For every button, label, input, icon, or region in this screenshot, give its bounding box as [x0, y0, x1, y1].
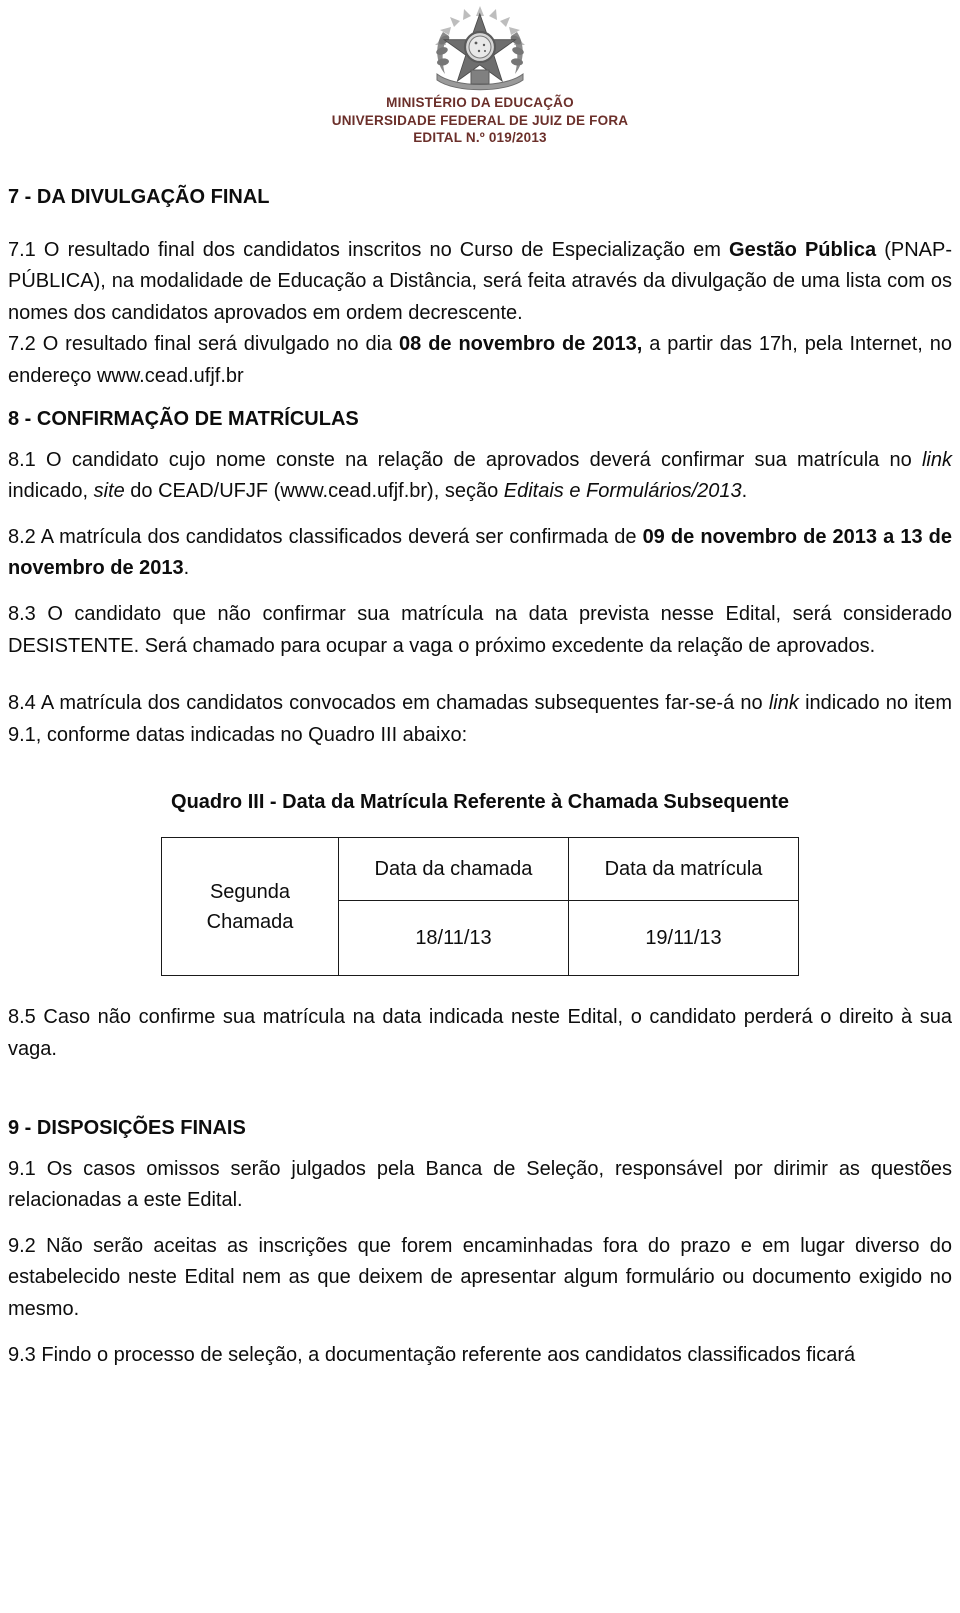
paragraph-8-1-italic-link: link	[921, 448, 952, 471]
row-label-line1: Segunda	[209, 880, 291, 903]
paragraph-7-1-text-a: 7.1 O resultado final dos candidatos ins…	[8, 238, 730, 261]
table-cell-matricula-date: 19/11/13	[568, 900, 799, 977]
table-cell-chamada-date: 18/11/13	[338, 900, 569, 977]
paragraph-8-1-italic-site: site	[93, 480, 125, 503]
paragraph-8-1-text-b: indicado,	[8, 480, 94, 503]
document-body: 7 - DA DIVULGAÇÃO FINAL 7.1 O resultado …	[0, 147, 960, 1371]
paragraph-8-4-text-a: 8.4 A matrícula dos candidatos convocado…	[8, 692, 769, 715]
paragraph-8-3: 8.3 O candidato que não confirmar sua ma…	[8, 602, 952, 657]
quadro-3-title: Quadro III - Data da Matrícula Referente…	[171, 791, 789, 814]
paragraph-7-1-bold: Gestão Pública	[729, 238, 877, 261]
table-cell-row-label: Segunda Chamada	[161, 837, 339, 977]
header-edital-line: EDITAL N.º 019/2013	[413, 130, 547, 146]
paragraph-8-2: 8.2 A matrícula dos candidatos classific…	[8, 522, 952, 585]
paragraph-8-1: 8.1 O candidato cujo nome conste na rela…	[8, 445, 952, 508]
section-title-7: 7 - DA DIVULGAÇÃO FINAL	[8, 185, 270, 208]
quadro-3-table: Segunda Chamada Data da chamada Data da …	[161, 837, 799, 977]
paragraph-8-1-text-d: .	[741, 480, 748, 503]
paragraph-9-1: 9.1 Os casos omissos serão julgados pela…	[8, 1157, 952, 1212]
paragraph-8-2-text-a: 8.2 A matrícula dos candidatos classific…	[8, 525, 643, 548]
header-university-line: UNIVERSIDADE FEDERAL DE JUIZ DE FORA	[331, 112, 629, 128]
paragraph-9-3: 9.3 Findo o processo de seleção, a docum…	[8, 1343, 856, 1366]
document-header: MINISTÉRIO DA EDUCAÇÃO UNIVERSIDADE FEDE…	[0, 0, 960, 147]
section-title-9: 9 - DISPOSIÇÕES FINAIS	[8, 1116, 246, 1139]
paragraph-8-2-text-b: .	[183, 557, 190, 580]
paragraph-8-1-text-a: 8.1 O candidato cujo nome conste na rela…	[8, 448, 922, 471]
paragraph-7-2-bold: 08 de novembro de 2013,	[399, 333, 643, 356]
table-header-data-chamada: Data da chamada	[338, 837, 569, 902]
paragraph-7-2-text-a: 7.2 O resultado final será divulgado no …	[8, 333, 400, 356]
row-label-line2: Chamada	[206, 910, 294, 933]
paragraph-8-1-italic-editais: Editais e Formulários/2013	[503, 480, 742, 503]
paragraph-8-1-text-c: do CEAD/UFJF (www.cead.ufjf.br), seção	[124, 480, 504, 503]
paragraph-7-2: 7.2 O resultado final será divulgado no …	[8, 329, 952, 392]
section-title-8: 8 - CONFIRMAÇÃO DE MATRÍCULAS	[8, 407, 359, 430]
table-header-data-matricula: Data da matrícula	[568, 837, 799, 902]
paragraph-8-4: 8.4 A matrícula dos candidatos convocado…	[8, 688, 952, 751]
paragraph-8-5: 8.5 Caso não confirme sua matrícula na d…	[8, 1006, 952, 1060]
paragraph-8-4-italic-link: link	[768, 692, 799, 715]
paragraph-9-2: 9.2 Não serão aceitas as inscrições que …	[8, 1234, 952, 1320]
brazilian-coat-of-arms-icon	[435, 6, 525, 91]
table-row: Segunda Chamada Data da chamada Data da …	[161, 837, 799, 977]
paragraph-7-1: 7.1 O resultado final dos candidatos ins…	[8, 235, 952, 330]
header-ministry-line: MINISTÉRIO DA EDUCAÇÃO	[386, 95, 574, 110]
